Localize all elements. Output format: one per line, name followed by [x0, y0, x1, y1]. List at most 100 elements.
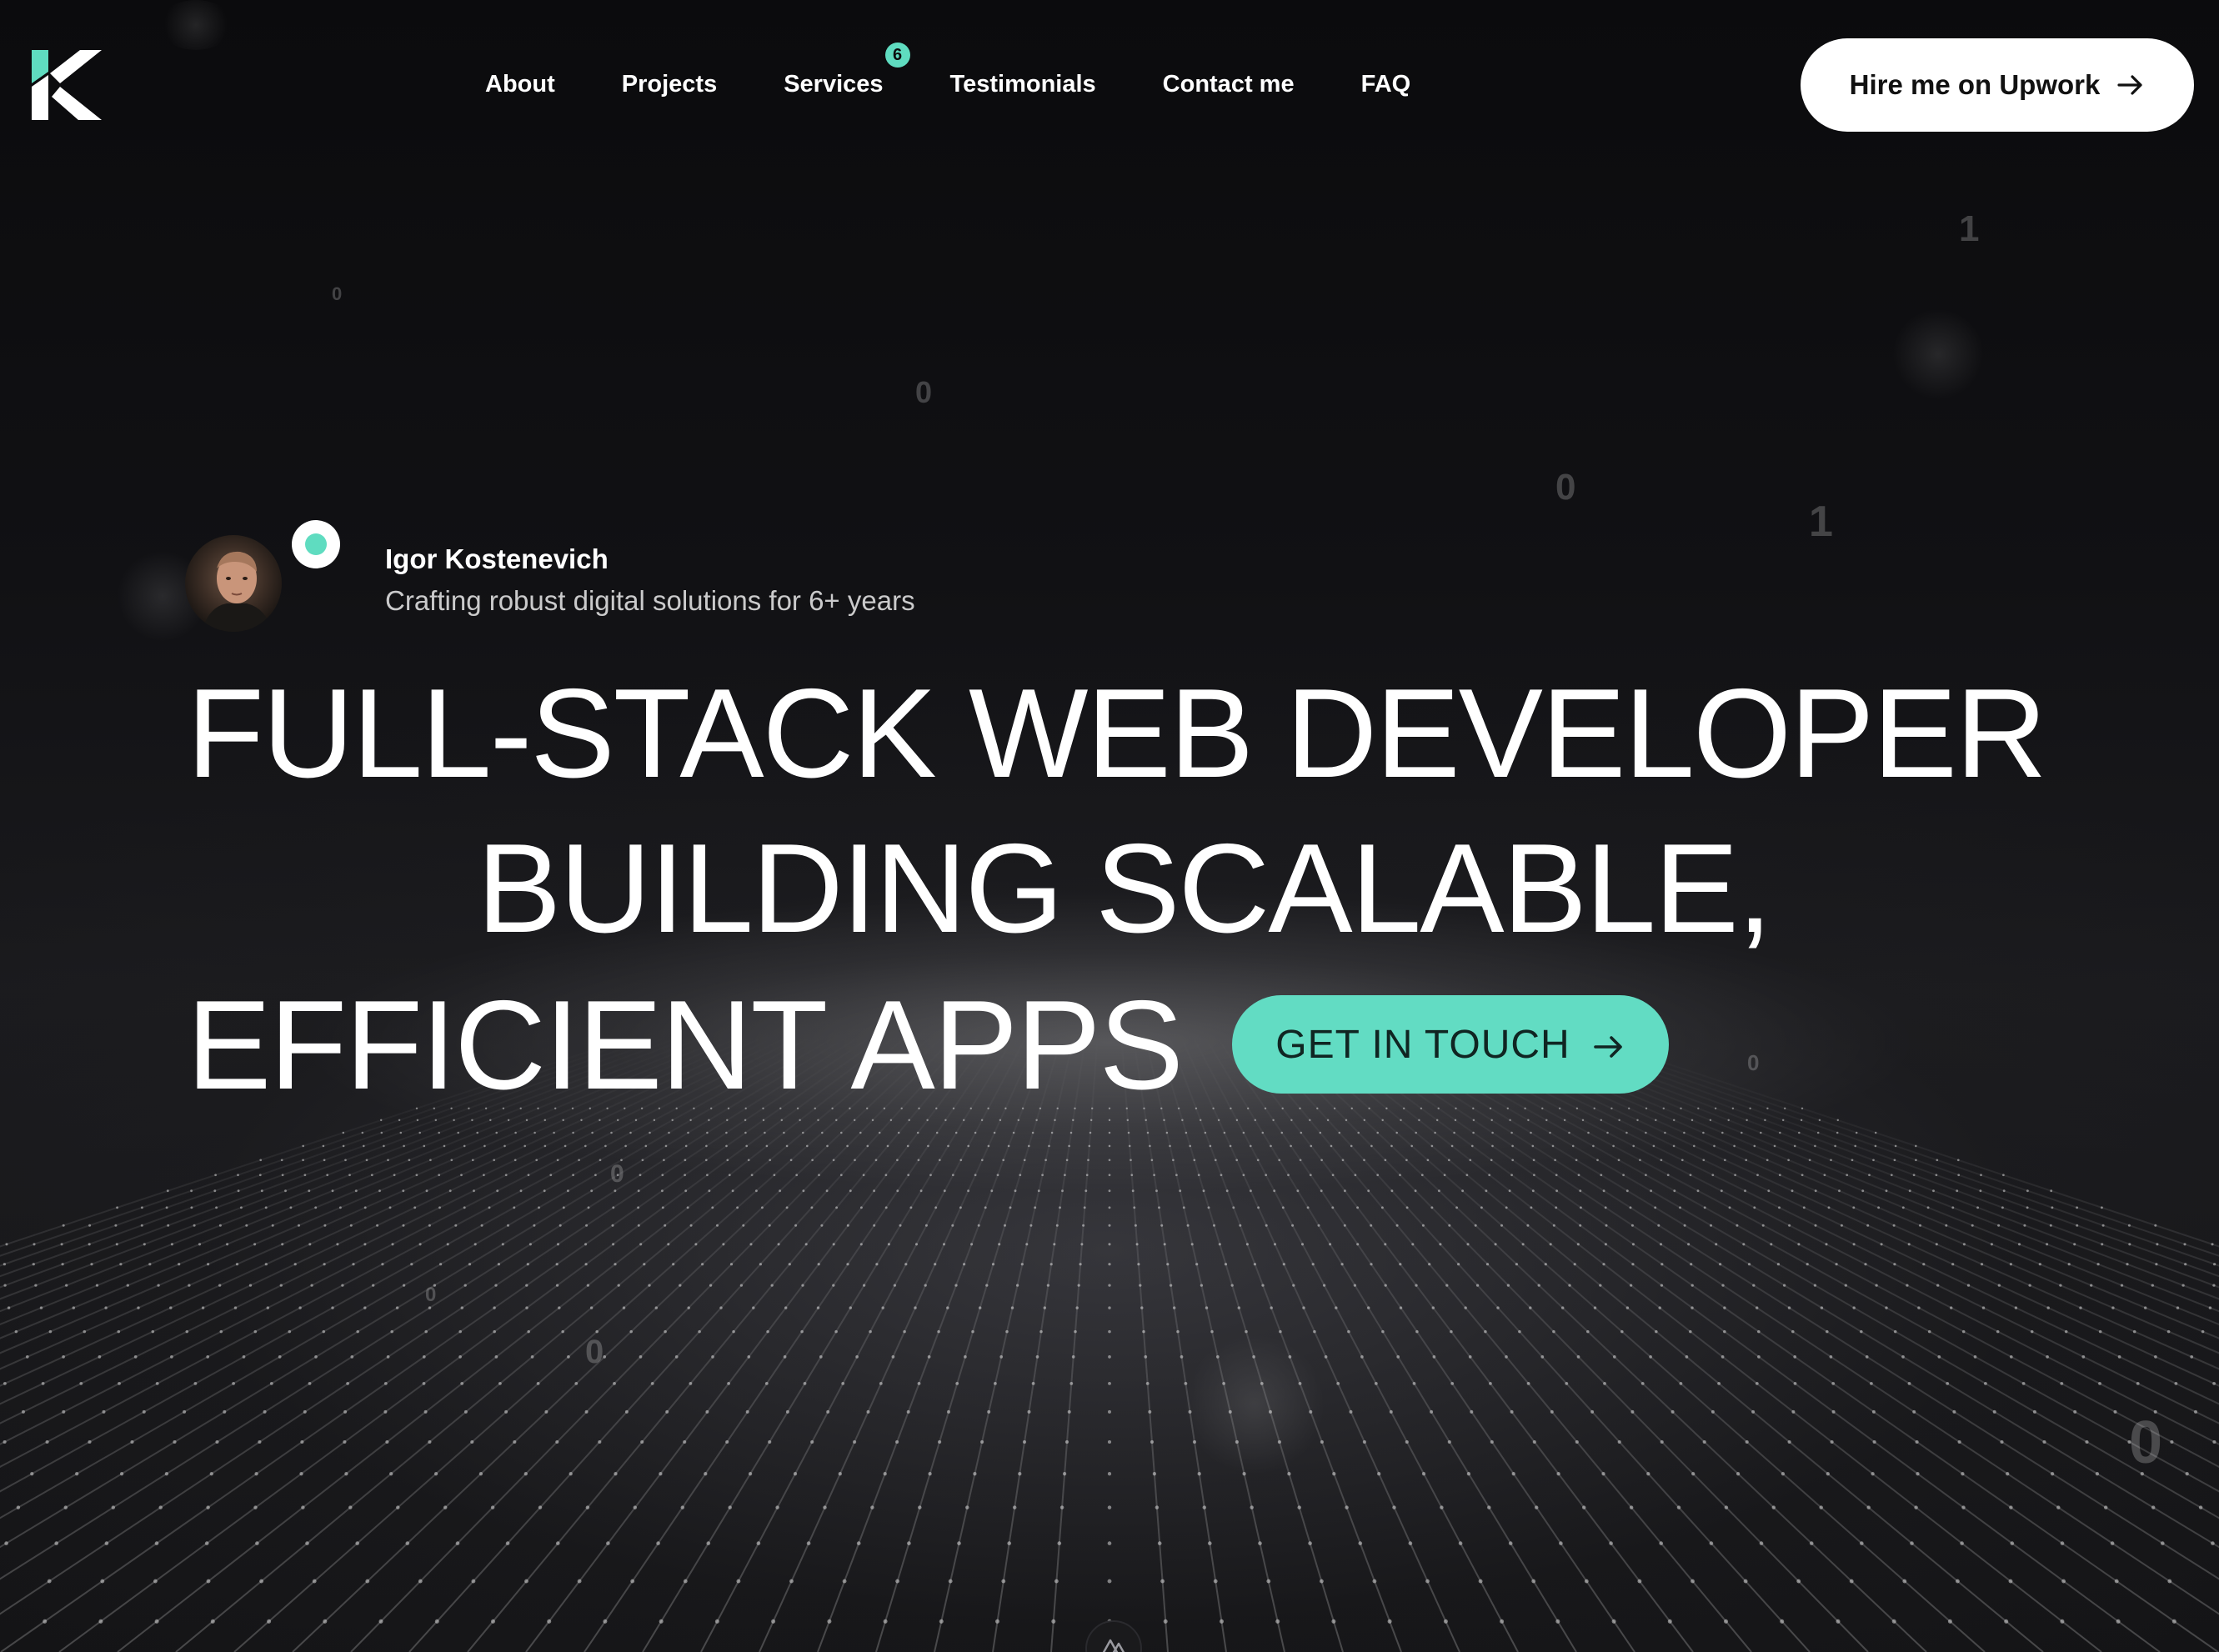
- hire-upwork-button[interactable]: Hire me on Upwork: [1801, 38, 2194, 132]
- grid-dot: [606, 1541, 610, 1545]
- grid-dot: [938, 1159, 941, 1162]
- grid-dot: [2170, 1439, 2174, 1444]
- grid-dot: [1632, 1144, 1635, 1148]
- nav-projects[interactable]: Projects: [622, 71, 717, 98]
- grid-dot: [924, 1284, 927, 1287]
- grid-dot: [218, 1284, 222, 1287]
- grid-dot: [1108, 1224, 1111, 1227]
- grid-dot: [840, 1131, 843, 1134]
- grid-dot: [1568, 1284, 1571, 1287]
- grid-dot: [365, 1579, 370, 1584]
- grid-dot: [745, 1409, 749, 1414]
- grid-dot: [896, 1189, 899, 1193]
- grid-dot: [1326, 1119, 1330, 1122]
- grid-dot: [1347, 1329, 1350, 1334]
- grid-dot: [1531, 1579, 1536, 1584]
- grid-dot: [1488, 1381, 1492, 1385]
- grid-dot: [148, 1263, 152, 1266]
- grid-dot: [1773, 1144, 1776, 1148]
- grid-dot: [2006, 1472, 2010, 1476]
- grid-dot: [1618, 1119, 1620, 1122]
- grid-dot: [2090, 1284, 2093, 1287]
- grid-dot: [2002, 1189, 2006, 1193]
- grid-dot: [668, 1131, 670, 1134]
- services-count-badge: 6: [884, 42, 910, 68]
- grid-dot: [1377, 1472, 1381, 1476]
- grid-dot: [927, 1355, 931, 1359]
- grid-dot: [170, 1243, 173, 1246]
- grid-column-line: [1120, 1034, 1169, 1652]
- grid-dot: [253, 1243, 257, 1246]
- grid-dot: [906, 1144, 909, 1148]
- grid-dot: [1440, 1505, 1444, 1509]
- grid-dot: [1612, 1355, 1616, 1359]
- grid-dot: [323, 1263, 326, 1266]
- grid-dot: [603, 1619, 608, 1624]
- nav-faq[interactable]: FAQ: [1361, 71, 1411, 98]
- grid-column-line: [0, 1034, 807, 1445]
- grid-dot: [1490, 1159, 1493, 1162]
- grid-dot: [984, 1206, 987, 1209]
- grid-column-line: [1330, 1034, 2219, 1652]
- grid-dot: [1679, 1381, 1683, 1385]
- grid-dot: [1403, 1107, 1405, 1109]
- grid-dot: [689, 1119, 692, 1122]
- grid-dot: [842, 1579, 847, 1584]
- grid-dot: [1609, 1541, 1613, 1545]
- grid-dot: [1723, 1306, 1726, 1309]
- nav-services[interactable]: Services 6: [784, 42, 910, 98]
- grid-dot: [1366, 1306, 1370, 1309]
- grid-dot: [513, 1159, 517, 1162]
- grid-dot: [1300, 1131, 1303, 1134]
- grid-dot: [1308, 1541, 1312, 1545]
- grid-dot: [754, 1189, 758, 1193]
- grid-dot: [1273, 1243, 1277, 1246]
- grid-dot: [1480, 1206, 1483, 1209]
- logo-icon[interactable]: [32, 50, 102, 120]
- hire-upwork-label: Hire me on Upwork: [1849, 69, 2101, 100]
- nav-about[interactable]: About: [485, 71, 555, 98]
- grid-dot: [1874, 1131, 1877, 1134]
- grid-dot: [428, 1306, 432, 1309]
- grid-dot: [1310, 1144, 1313, 1148]
- grid-dot: [2120, 1284, 2124, 1287]
- grid-dot: [1915, 1144, 1917, 1148]
- grid-dot: [1893, 1329, 1897, 1334]
- grid-dot: [267, 1619, 272, 1624]
- grid-dot: [964, 1355, 967, 1359]
- grid-dot: [893, 1284, 897, 1287]
- grid-dot: [896, 1159, 899, 1162]
- grid-dot: [1249, 1189, 1252, 1193]
- grid-dot: [770, 1284, 774, 1287]
- grid-dot: [1072, 1119, 1074, 1122]
- grid-dot: [1976, 1206, 1980, 1209]
- grid-dot: [2026, 1206, 2029, 1209]
- grid-dot: [233, 1306, 238, 1309]
- grid-dot: [536, 1381, 540, 1385]
- grid-dot: [1778, 1206, 1781, 1209]
- get-in-touch-button[interactable]: GET IN TOUCH: [1232, 995, 1669, 1094]
- grid-dot: [533, 1131, 536, 1134]
- grid-dot: [413, 1206, 417, 1209]
- grid-dot: [1012, 1131, 1015, 1134]
- grid-dot: [100, 1579, 105, 1584]
- grid-dot: [2030, 1329, 2034, 1334]
- nav-testimonials[interactable]: Testimonials: [950, 71, 1096, 98]
- grid-dot: [1322, 1284, 1326, 1287]
- grid-dot: [820, 1224, 824, 1227]
- grid-dot: [1736, 1224, 1739, 1227]
- grid-dot: [1290, 1119, 1293, 1122]
- grid-dot: [1532, 1439, 1536, 1444]
- grid-dot: [308, 1381, 312, 1385]
- grid-dot: [1338, 1131, 1341, 1134]
- grid-dot: [1354, 1174, 1357, 1177]
- grid-dot: [659, 1619, 664, 1624]
- nav-contact[interactable]: Contact me: [1163, 71, 1295, 98]
- grid-dot: [1710, 1224, 1712, 1227]
- grid-dot: [1836, 1619, 1841, 1624]
- grid-dot: [1893, 1263, 1896, 1266]
- grid-dot: [1200, 1284, 1204, 1287]
- grid-dot: [959, 1159, 963, 1162]
- grid-dot: [322, 1329, 326, 1334]
- grid-dot: [378, 1619, 383, 1624]
